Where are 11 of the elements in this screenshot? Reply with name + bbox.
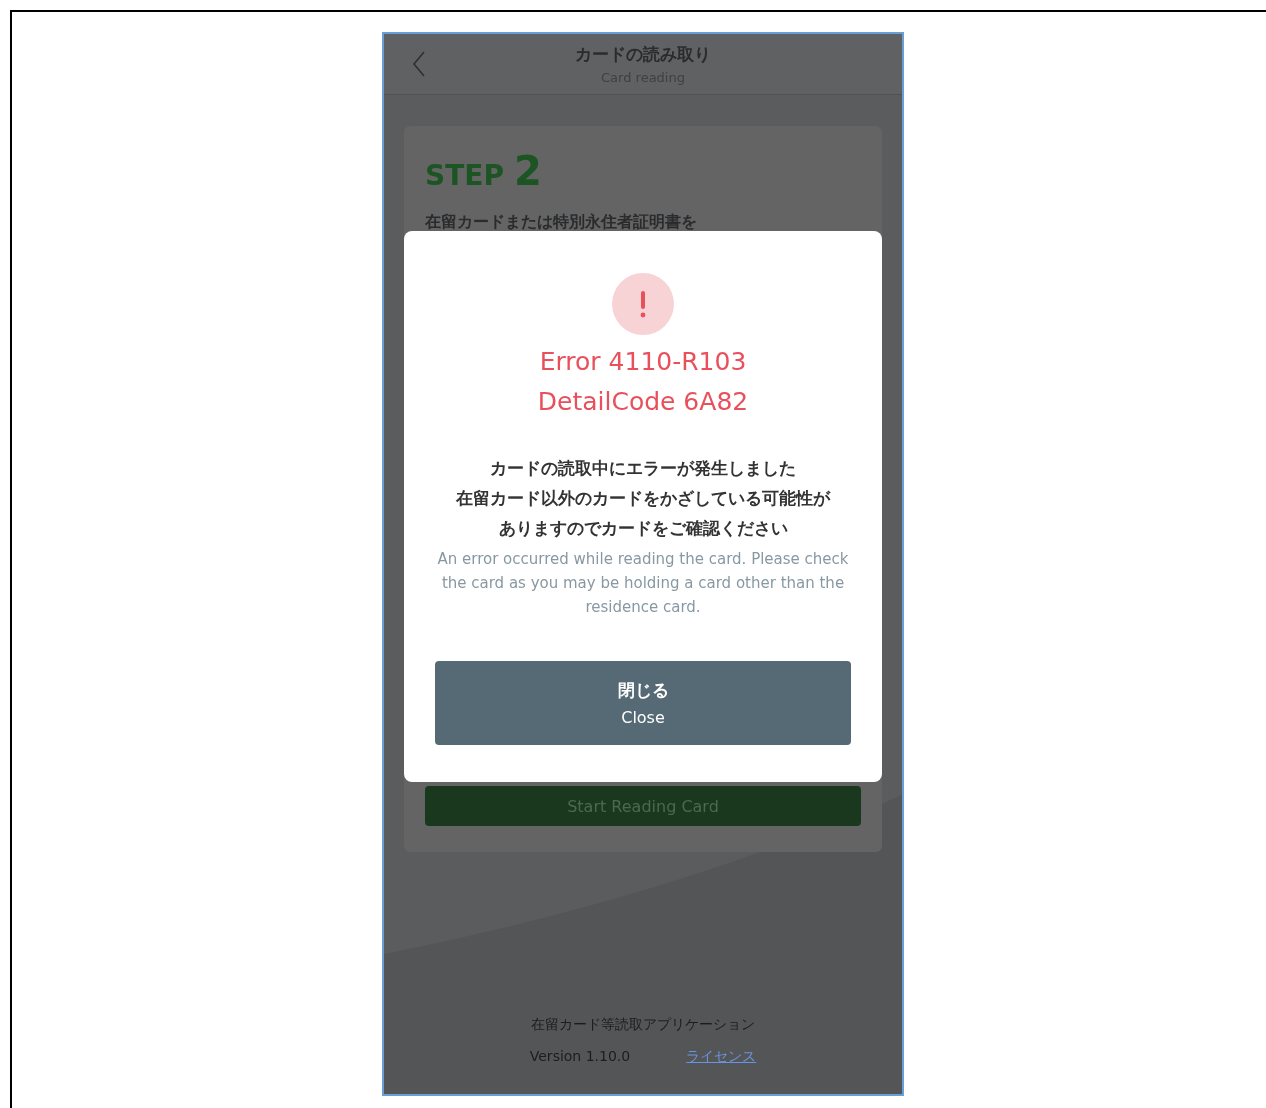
step-number: 2 xyxy=(513,148,542,194)
version-text: Version 1.10.0 xyxy=(529,1048,631,1066)
step-label: STEP xyxy=(425,159,504,192)
license-link[interactable]: ライセンス xyxy=(686,1048,757,1066)
error-message-english: An error occurred while reading the card. Please check the card as you may be holding a card other than the residence card. xyxy=(436,549,850,618)
step-instruction: 在留カードまたは特別永住者証明書を xyxy=(425,212,698,233)
detail-code: DetailCode 6A82 xyxy=(537,389,749,415)
close-button[interactable]: 閉じる Close xyxy=(435,661,851,745)
back-icon[interactable] xyxy=(412,51,426,77)
error-code: Error 4110-R103 xyxy=(539,349,747,375)
error-message: カードの読取中にエラーが発生しました 在留カード以外のカードをかざしている可能性が ありますのでカードをご確認ください xyxy=(456,457,830,540)
